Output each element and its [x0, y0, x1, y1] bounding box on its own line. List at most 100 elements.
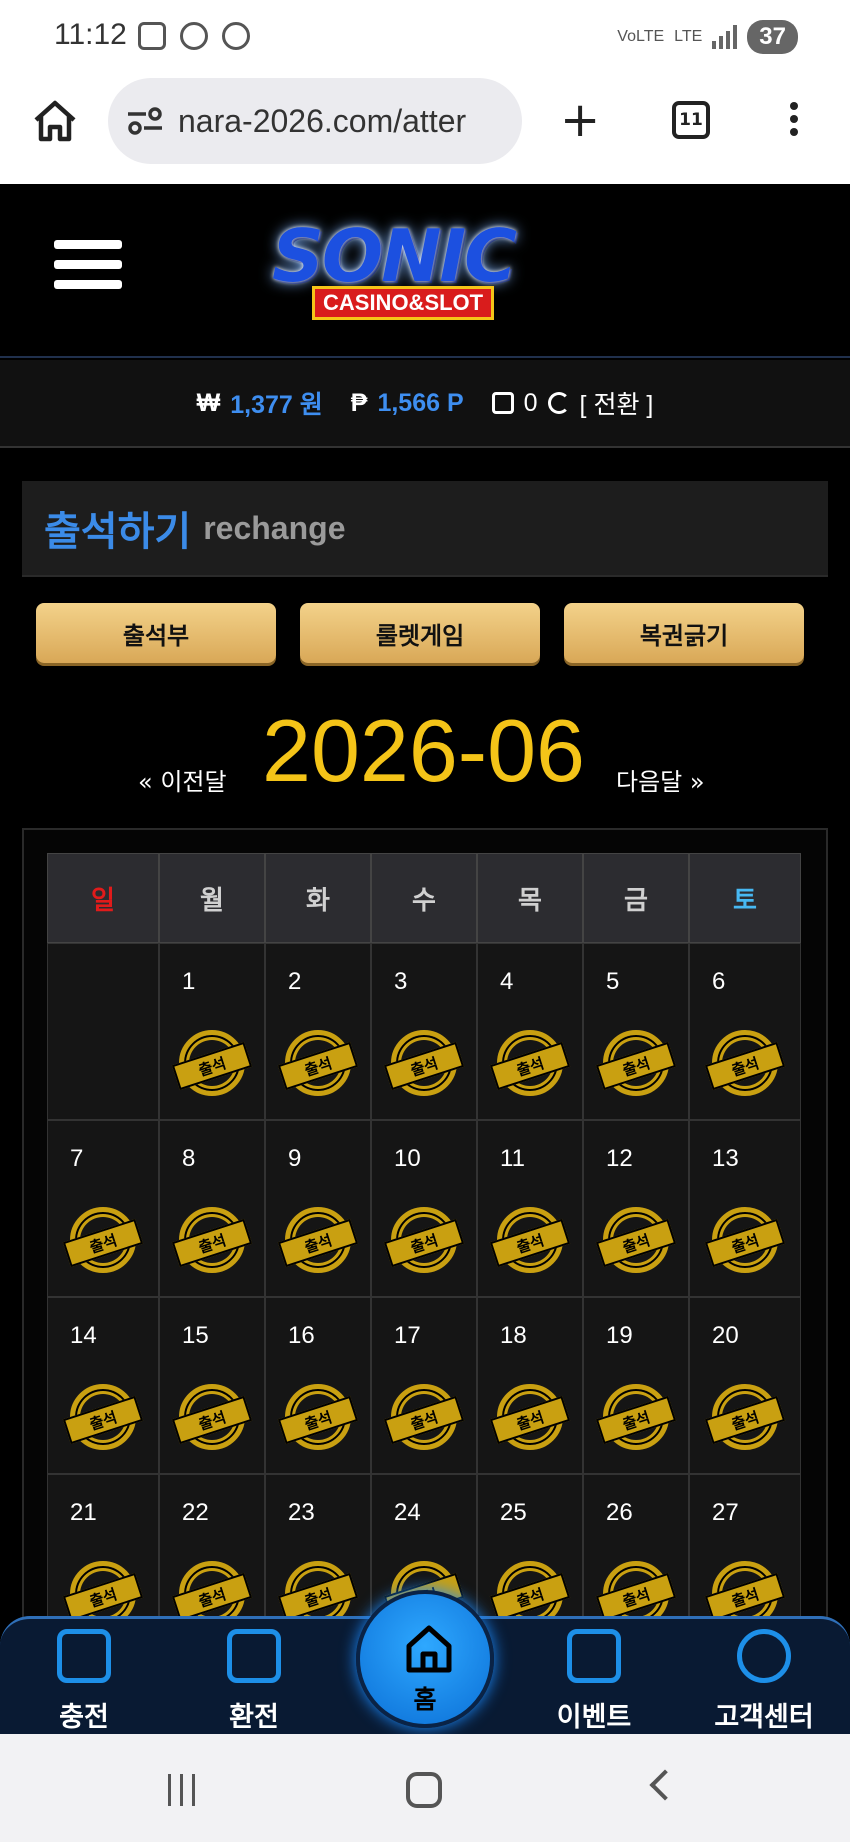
- page-title: 출석하기: [44, 509, 192, 555]
- attendance-stamp-icon: 출석: [383, 1207, 465, 1273]
- weekday-thu: 목: [477, 853, 583, 943]
- day-number: 1: [182, 968, 196, 995]
- tab-switcher-button[interactable]: 11: [672, 101, 710, 139]
- attendance-stamp-icon: 출석: [383, 1030, 465, 1096]
- attendance-stamp-icon: 출석: [171, 1030, 253, 1096]
- stamp-label: 출석: [489, 1041, 571, 1091]
- status-time: 11:12: [54, 18, 127, 51]
- attendance-stamp-icon: 출석: [489, 1384, 571, 1450]
- site-settings-icon[interactable]: [126, 106, 164, 136]
- calendar: 일 월 화 수 목 금 토 1 출석 2 출석 3 출석 4 출석 5 출석 6 출석 7 출석 8 출석 9 출…: [47, 853, 805, 1651]
- more-menu-icon[interactable]: [790, 102, 800, 141]
- day-number: 17: [394, 1322, 421, 1349]
- balance-bar: ₩ 1,377 원 ₱ 1,566 P 0 [ 전환 ]: [0, 360, 850, 448]
- calendar-day: 12 출석: [583, 1120, 689, 1297]
- convert-button[interactable]: [ 전환 ]: [580, 385, 654, 421]
- browser-home-icon[interactable]: [30, 96, 80, 146]
- nav-exchange-label: 환전: [229, 1702, 279, 1733]
- page-subtitle: rechange: [203, 509, 346, 546]
- prev-month-link[interactable]: « 이전달: [138, 762, 227, 797]
- day-number: 14: [70, 1322, 97, 1349]
- system-navigation: [0, 1734, 850, 1842]
- next-month-link[interactable]: 다음달 »: [616, 762, 705, 797]
- system-home-icon[interactable]: [406, 1772, 442, 1808]
- day-number: 6: [712, 968, 726, 995]
- nav-charge[interactable]: 충전: [24, 1629, 144, 1734]
- action-buttons: 출석부 룰렛게임 복권긁기: [36, 603, 806, 663]
- day-number: 9: [288, 1145, 302, 1172]
- stamp-label: 출석: [62, 1572, 144, 1622]
- calendar-day: 8 출석: [159, 1120, 265, 1297]
- nav-home[interactable]: 홈: [356, 1590, 494, 1728]
- stamp-label: 출석: [704, 1572, 786, 1622]
- coupon-count: 0: [523, 388, 538, 417]
- url-text: nara-2026.com/atter: [178, 102, 467, 139]
- coffee-icon: [222, 22, 250, 50]
- address-bar[interactable]: nara-2026.com/atter: [108, 78, 522, 164]
- stamp-label: 출석: [383, 1395, 465, 1445]
- logo-sub-text: CASINO&SLOT: [312, 286, 495, 320]
- attendance-stamp-icon: 출석: [171, 1207, 253, 1273]
- status-icons: [138, 22, 250, 50]
- weekday-sat: 토: [689, 853, 801, 943]
- site-header: SONIC CASINO&SLOT: [0, 184, 850, 358]
- attendance-button[interactable]: 출석부: [36, 603, 276, 663]
- nav-exchange[interactable]: 환전: [194, 1629, 314, 1734]
- calendar-grid: 1 출석 2 출석 3 출석 4 출석 5 출석 6 출석 7 출석 8 출석 9 출석 10 출석 11 출석 12 출석 1…: [47, 943, 805, 1651]
- day-number: 13: [712, 1145, 739, 1172]
- recent-apps-icon[interactable]: [168, 1774, 195, 1806]
- stamp-label: 출석: [489, 1395, 571, 1445]
- calendar-day: 13 출석: [689, 1120, 801, 1297]
- nav-support[interactable]: 고객센터: [704, 1629, 824, 1734]
- calendar-day: 10 출석: [371, 1120, 477, 1297]
- day-number: 20: [712, 1322, 739, 1349]
- calendar-day: 14 출석: [47, 1297, 159, 1474]
- site-logo[interactable]: SONIC CASINO&SLOT: [262, 214, 598, 324]
- stamp-label: 출석: [62, 1395, 144, 1445]
- menu-icon[interactable]: [54, 240, 122, 300]
- stamp-label: 출석: [595, 1041, 677, 1091]
- attendance-stamp-icon: 출석: [171, 1384, 253, 1450]
- stamp-label: 출석: [383, 1041, 465, 1091]
- calendar-day: 1 출석: [159, 943, 265, 1120]
- gift-icon: [567, 1629, 621, 1683]
- calendar-day: 7 출석: [47, 1120, 159, 1297]
- day-number: 22: [182, 1499, 209, 1526]
- page: 11:12 VoLTE LTE 37 nara-2026.com/atter +…: [0, 0, 850, 1842]
- stamp-label: 출석: [62, 1218, 144, 1268]
- nav-event[interactable]: 이벤트: [534, 1629, 654, 1734]
- stamp-label: 출석: [489, 1572, 571, 1622]
- month-navigation: « 이전달 2026-06 다음달 »: [0, 700, 850, 810]
- day-number: 11: [500, 1145, 525, 1172]
- day-number: 18: [500, 1322, 527, 1349]
- volte-icon: VoLTE: [617, 28, 665, 45]
- calendar-day: 3 출석: [371, 943, 477, 1120]
- day-number: 8: [182, 1145, 196, 1172]
- back-icon[interactable]: [649, 1769, 681, 1801]
- network-label: LTE: [674, 28, 703, 45]
- stamp-label: 출석: [489, 1218, 571, 1268]
- calendar-day: 5 출석: [583, 943, 689, 1120]
- won-icon: ₩: [196, 388, 221, 417]
- nav-home-label: 홈: [413, 1685, 437, 1714]
- lottery-button[interactable]: 복권긁기: [564, 603, 804, 663]
- attendance-stamp-icon: 출석: [489, 1207, 571, 1273]
- point-icon: ₱: [350, 388, 368, 417]
- won-balance: 1,377 원: [230, 391, 323, 419]
- attendance-stamp-icon: 출석: [704, 1384, 786, 1450]
- refresh-icon[interactable]: [547, 392, 570, 414]
- attendance-stamp-icon: 출석: [595, 1384, 677, 1450]
- weekday-wed: 수: [371, 853, 477, 943]
- roulette-button[interactable]: 룰렛게임: [300, 603, 540, 663]
- browser-toolbar: nara-2026.com/atter + 11: [0, 74, 850, 184]
- weekday-tue: 화: [265, 853, 371, 943]
- stamp-label: 출석: [171, 1041, 253, 1091]
- stamp-label: 출석: [704, 1218, 786, 1268]
- new-tab-icon[interactable]: +: [560, 96, 600, 144]
- stamp-label: 출석: [595, 1218, 677, 1268]
- nav-support-label: 고객센터: [714, 1702, 814, 1733]
- calendar-day: 18 출석: [477, 1297, 583, 1474]
- day-number: 19: [606, 1322, 633, 1349]
- stamp-label: 출석: [171, 1218, 253, 1268]
- stamp-label: 출석: [595, 1395, 677, 1445]
